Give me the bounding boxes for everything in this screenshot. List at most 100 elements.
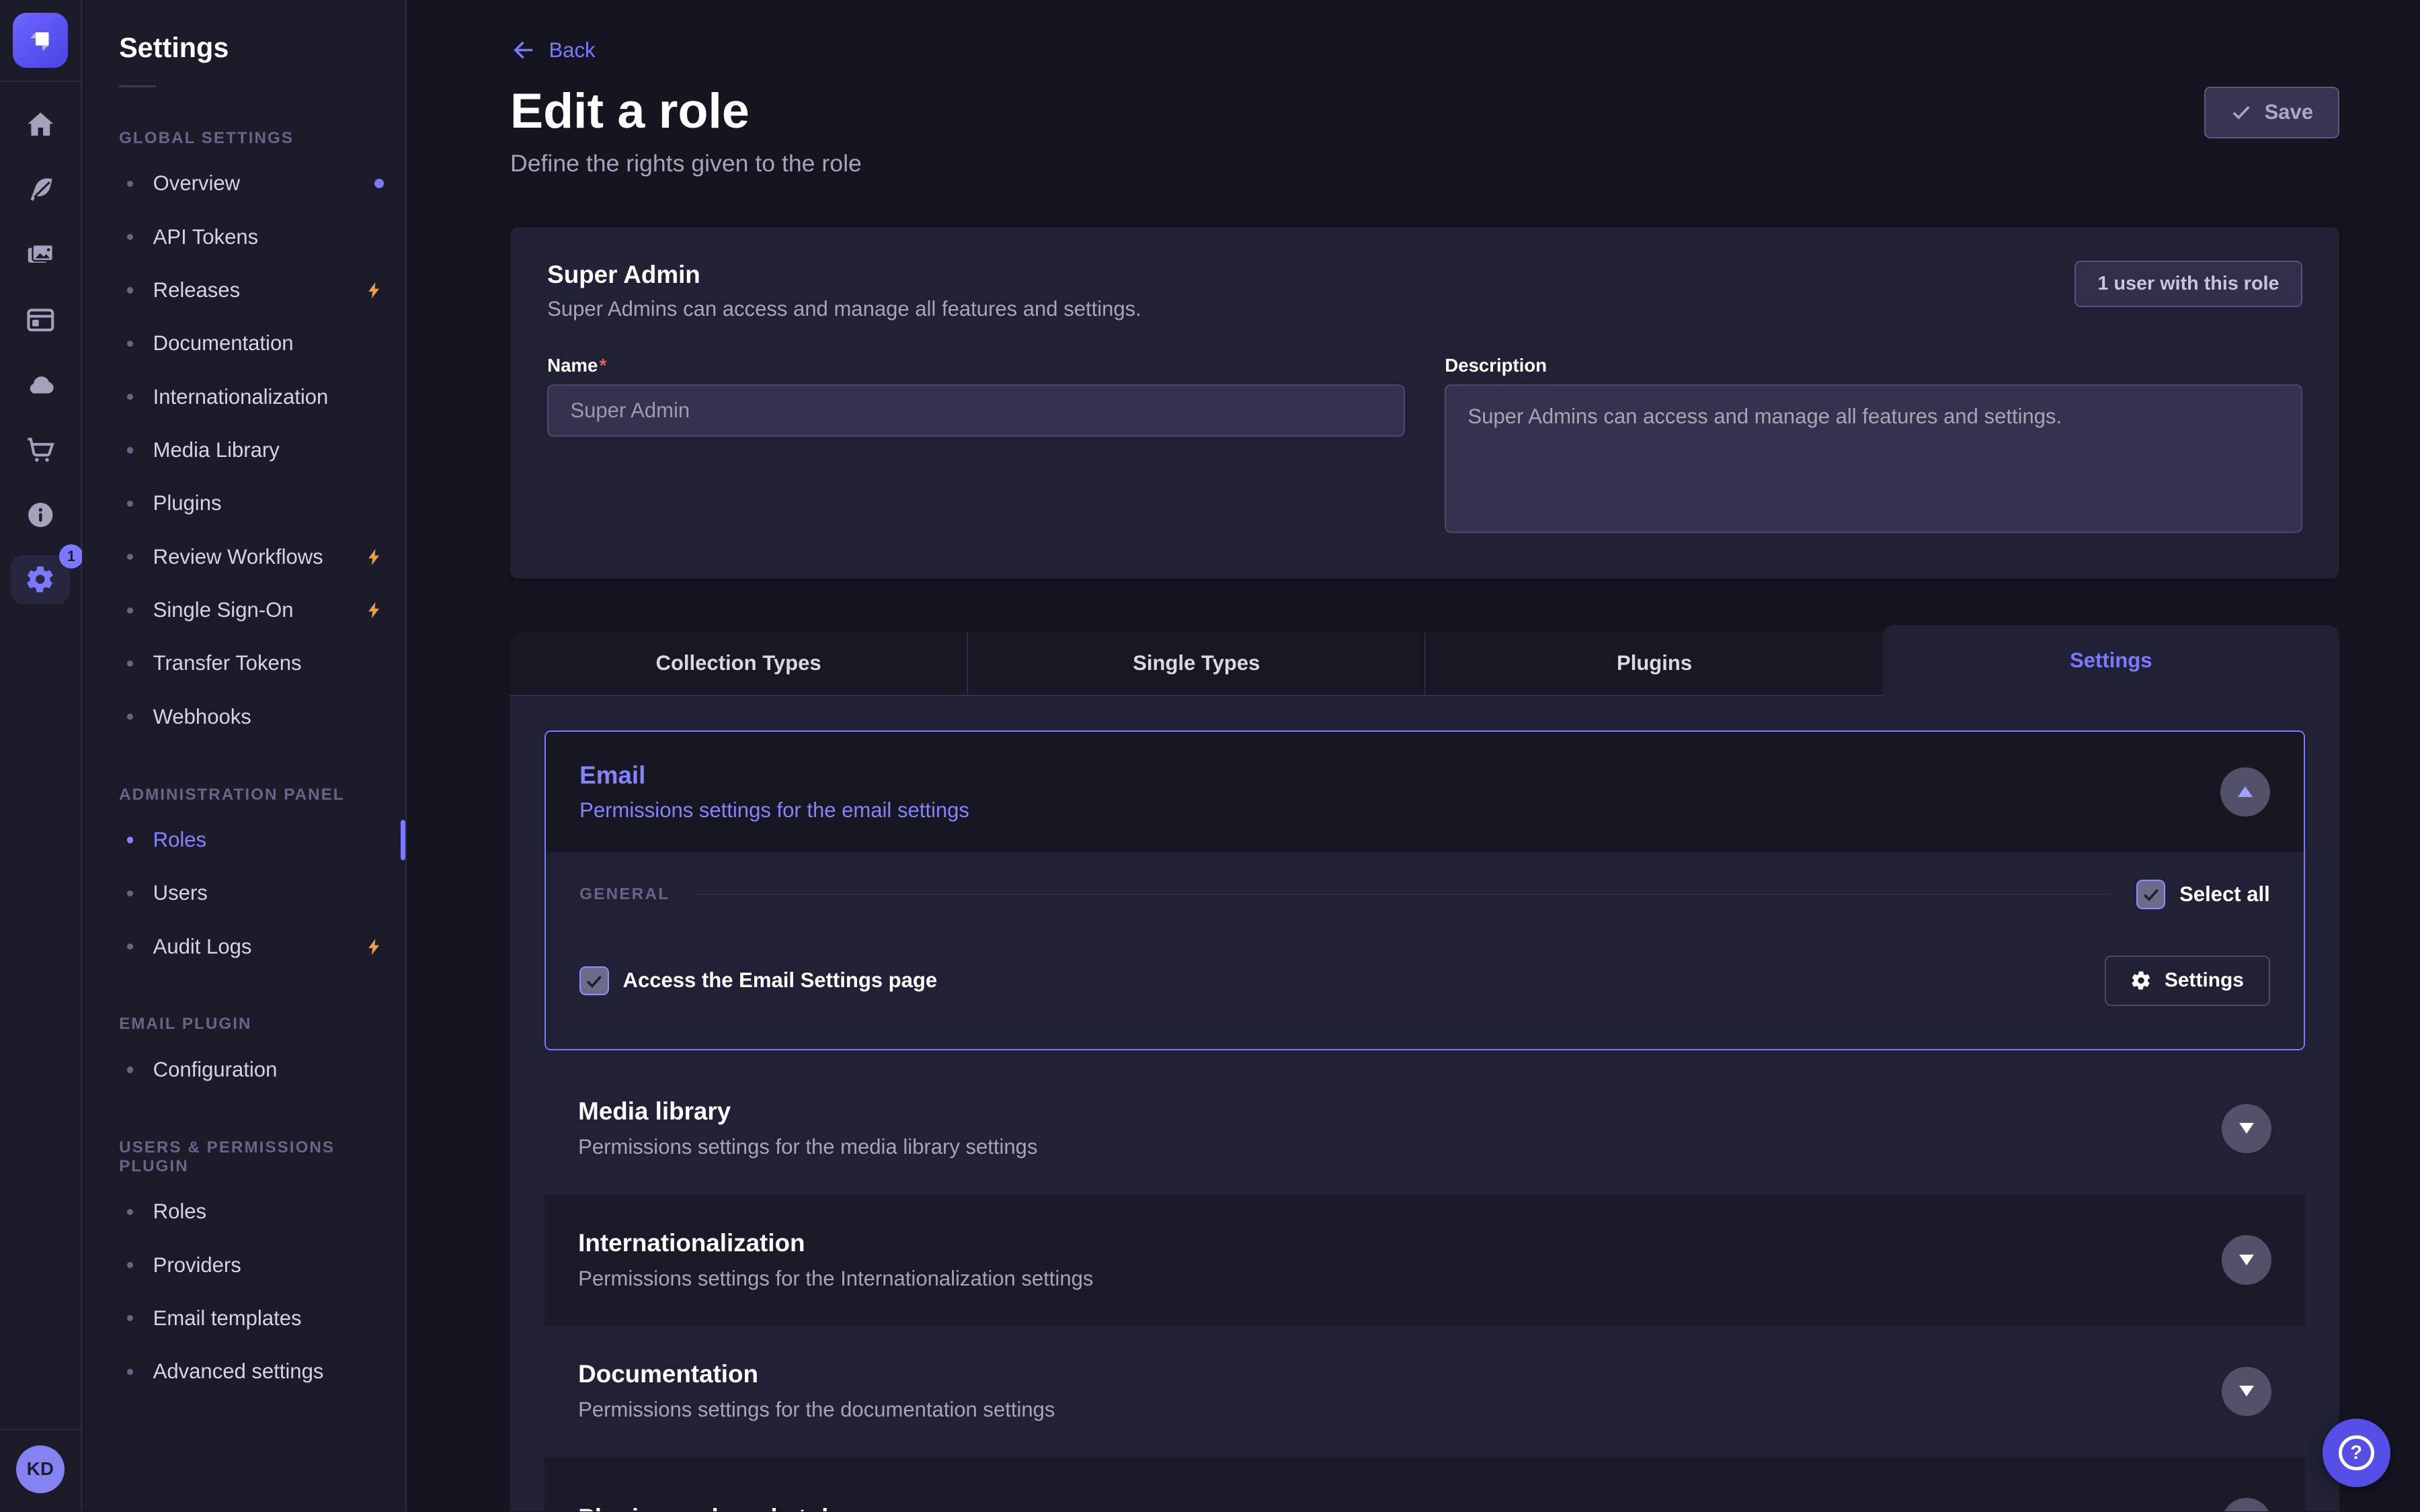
sidebar-item-releases[interactable]: Releases [119,263,405,317]
expand-button[interactable] [2222,1367,2271,1417]
app-window: 1 KD Settings GLOBAL SETTINGS Overview A… [0,0,2420,1511]
sidebar-item-webhooks[interactable]: Webhooks [119,690,405,743]
bullet-icon [127,661,133,667]
section-row-internationalization[interactable]: Internationalization Permissions setting… [544,1194,2306,1326]
name-field-group: Name* [547,355,1404,538]
bullet-icon [127,1209,133,1215]
bullet-icon [127,714,133,720]
chevron-down-icon [2239,1255,2254,1265]
tab-collection-types[interactable]: Collection Types [510,632,967,697]
sidebar-item-configuration[interactable]: Configuration [119,1043,405,1096]
sidebar-item-single-sign-on[interactable]: Single Sign-On [119,583,405,636]
role-title: Super Admin [547,261,1141,289]
back-link[interactable]: Back [510,37,2339,63]
cloud-icon[interactable] [0,352,81,417]
page-title: Edit a role [510,83,862,139]
notification-dot-icon [374,179,384,188]
required-asterisk: * [600,355,607,376]
marketplace-cart-icon[interactable] [0,417,81,482]
avatar[interactable]: KD [16,1445,64,1493]
sidebar-item-advanced-settings[interactable]: Advanced settings [119,1345,405,1398]
description-field-group: Description Super Admins can access and … [1445,355,2302,538]
email-plugin-list: Configuration [119,1043,405,1096]
settings-badge: 1 [59,544,84,569]
sidebar-title: Settings [119,32,405,64]
sidebar-item-overview[interactable]: Overview [119,157,405,210]
select-all-checkbox[interactable] [2136,880,2166,909]
email-accordion-title: Email [579,761,969,790]
home-icon[interactable] [0,93,81,158]
tab-single-types[interactable]: Single Types [967,632,1424,697]
section-row-media-library[interactable]: Media library Permissions settings for t… [544,1063,2306,1195]
info-icon[interactable] [0,482,81,548]
bullet-icon [127,554,133,560]
expand-button[interactable] [2222,1104,2271,1154]
sidebar-item-email-templates[interactable]: Email templates [119,1292,405,1345]
sidebar-item-documentation[interactable]: Documentation [119,317,405,370]
sidebar-item-review-workflows[interactable]: Review Workflows [119,530,405,583]
bullet-icon [127,447,133,453]
section-label-global-settings: GLOBAL SETTINGS [119,129,405,148]
role-description: Super Admins can access and manage all f… [547,297,1141,321]
content-type-builder-icon[interactable] [0,288,81,353]
name-input[interactable] [547,384,1404,437]
rail-bottom: KD [0,1429,81,1512]
sidebar-item-api-tokens[interactable]: API Tokens [119,210,405,263]
sidebar-item-audit-logs[interactable]: Audit Logs [119,920,405,973]
bullet-icon [127,1315,133,1321]
name-label: Name* [547,355,1404,376]
bullet-icon [127,181,133,187]
expand-button[interactable] [2222,1498,2271,1511]
email-settings-button-label: Settings [2165,969,2244,992]
settings-gear-icon[interactable]: 1 [0,547,81,612]
global-settings-list: Overview API Tokens Releases Documentati… [119,157,405,744]
save-label: Save [2265,100,2314,124]
permission-checkbox[interactable] [579,966,609,996]
email-settings-button[interactable]: Settings [2105,956,2270,1006]
sidebar-item-roles[interactable]: Roles [119,813,405,866]
sidebar-item-users[interactable]: Users [119,867,405,920]
section-row-documentation[interactable]: Documentation Permissions settings for t… [544,1326,2306,1458]
strapi-logo-icon [13,13,69,69]
email-accordion-body: GENERAL Select all [546,852,2304,1049]
expand-button[interactable] [2222,1235,2271,1285]
permission-sections-list: Media library Permissions settings for t… [544,1063,2306,1512]
permission-item: Access the Email Settings page [579,966,937,996]
save-button[interactable]: Save [2204,87,2339,138]
main-content: Back Edit a role Define the rights given… [407,0,2420,1511]
sidebar-item-providers[interactable]: Providers [119,1238,405,1292]
general-group-label: GENERAL [579,885,670,904]
description-label: Description [1445,355,2302,376]
bullet-icon [127,1066,133,1073]
bullet-icon [127,287,133,293]
lightning-icon [365,280,384,301]
email-accordion: Email Permissions settings for the email… [544,730,2306,1050]
section-label-users-permissions-plugin: USERS & PERMISSIONS PLUGIN [119,1138,405,1176]
tab-plugins[interactable]: Plugins [1424,632,1882,697]
sidebar-item-media-library[interactable]: Media Library [119,423,405,476]
nav-rail: 1 KD [0,0,82,1511]
strapi-logo-button[interactable] [0,0,81,82]
email-accordion-header[interactable]: Email Permissions settings for the email… [546,732,2304,852]
users-with-role-button[interactable]: 1 user with this role [2074,261,2302,307]
select-all-group: Select all [2136,880,2270,909]
media-library-icon[interactable] [0,222,81,288]
description-textarea[interactable]: Super Admins can access and manage all f… [1445,384,2302,533]
sidebar-item-transfer-tokens[interactable]: Transfer Tokens [119,637,405,690]
email-accordion-subtitle: Permissions settings for the email setti… [579,798,969,823]
sidebar-item-internationalization[interactable]: Internationalization [119,370,405,423]
collapse-button[interactable] [2220,767,2270,817]
lightning-icon [365,936,384,958]
gear-icon [2130,970,2152,991]
tab-settings[interactable]: Settings [1883,625,2339,696]
section-row-plugins-and-marketplace[interactable]: Plugins and marketplace [544,1457,2306,1511]
bullet-icon [127,890,133,896]
help-button[interactable]: ? [2323,1419,2390,1486]
bullet-icon [127,341,133,347]
sidebar-item-up-roles[interactable]: Roles [119,1185,405,1238]
content-manager-icon[interactable] [0,158,81,223]
users-permissions-list: Roles Providers Email templates Advanced… [119,1185,405,1398]
question-mark-icon: ? [2339,1435,2374,1471]
bullet-icon [127,837,133,843]
sidebar-item-plugins[interactable]: Plugins [119,477,405,530]
